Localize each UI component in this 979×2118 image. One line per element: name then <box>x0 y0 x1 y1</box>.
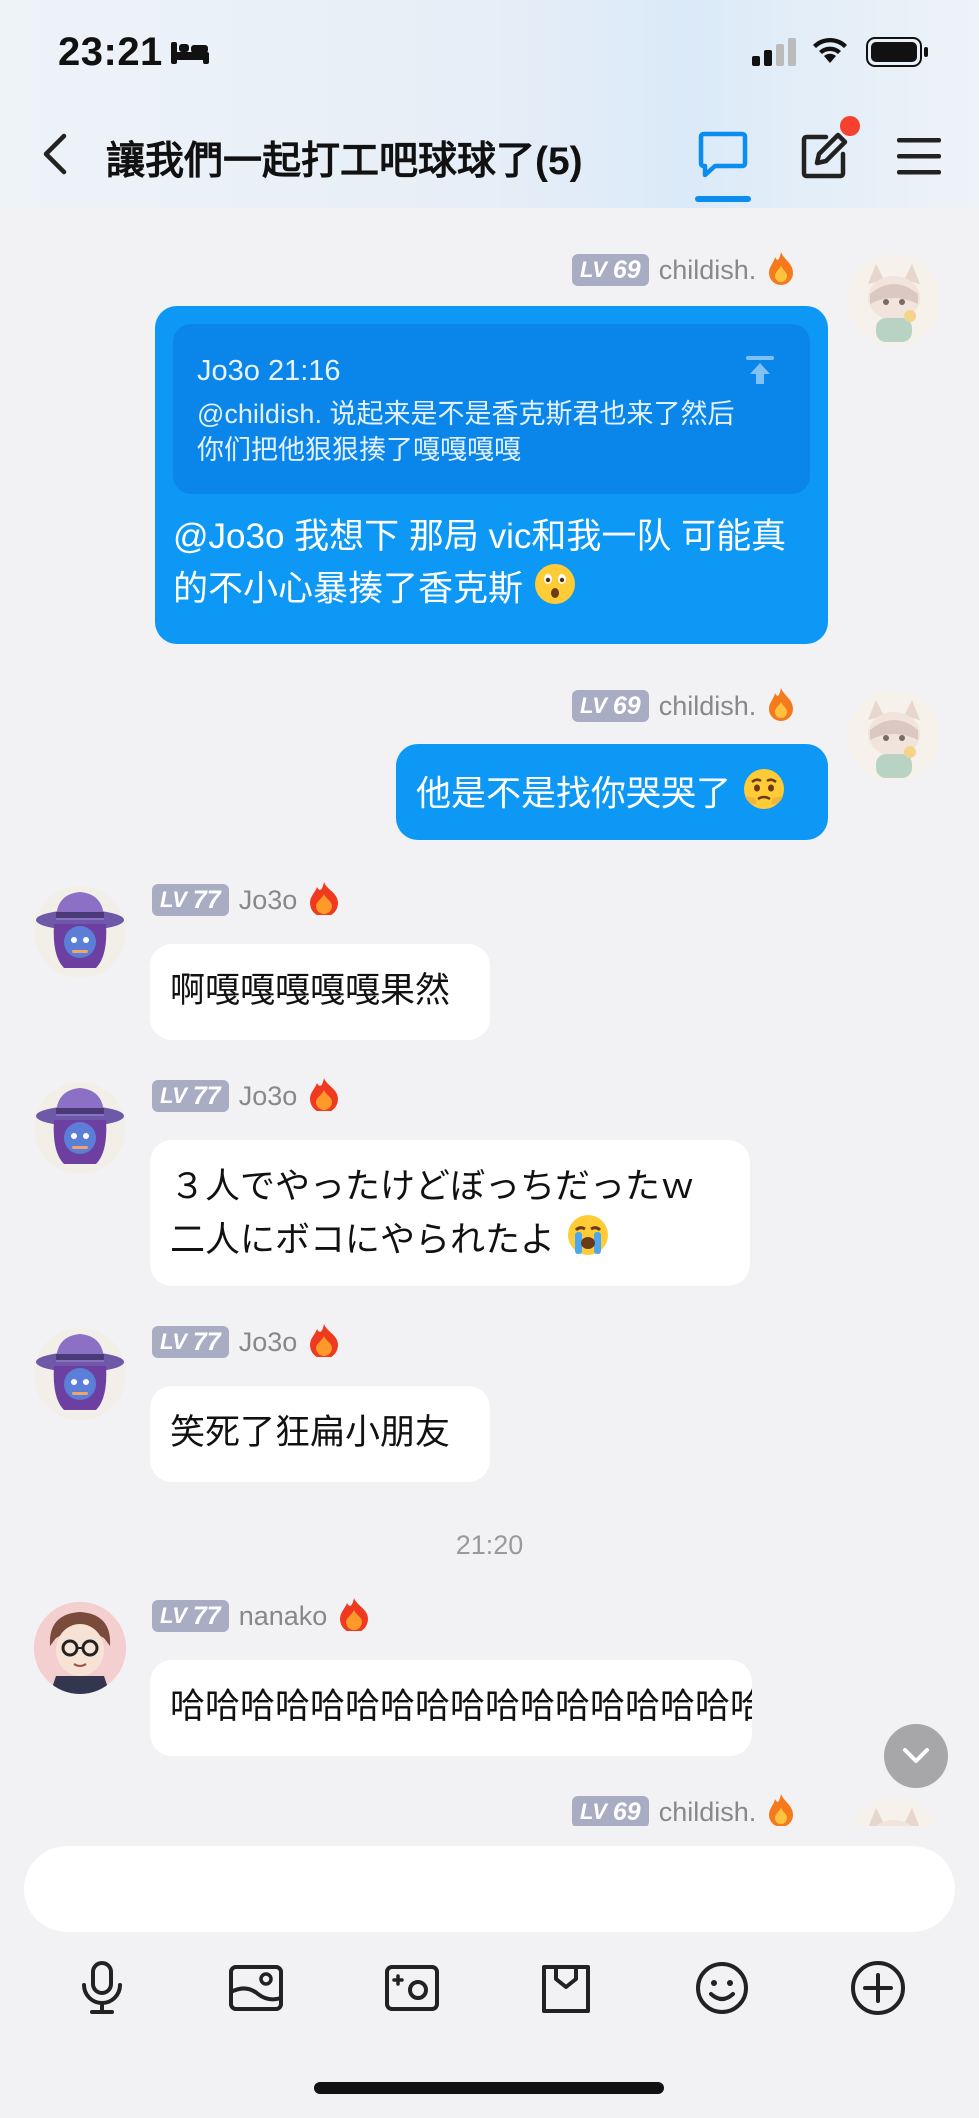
chat-title: 讓我們一起打工吧球球了(5) <box>106 140 583 183</box>
avatar[interactable] <box>848 254 940 346</box>
message-text: 他是不是找你哭哭了 <box>416 774 732 814</box>
message-bubble[interactable]: 啊嘎嘎嘎嘎嘎果然 <box>150 944 490 1040</box>
fire-icon <box>766 687 796 726</box>
sender-name[interactable]: childish. <box>659 691 757 722</box>
plus-icon[interactable] <box>848 1958 908 2018</box>
message-bubble[interactable]: Jo3o 21:16 @childish. 说起来是不是香克斯君也来了然后你们把… <box>155 306 828 644</box>
sender-name[interactable]: childish. <box>659 1797 757 1827</box>
pleading-face-icon <box>741 766 787 826</box>
sender-name[interactable]: Jo3o <box>239 885 298 916</box>
message-meta: LV 77 Jo3o <box>152 1077 341 1116</box>
level-badge: LV 77 <box>152 1600 229 1632</box>
message-meta: LV 77 Jo3o <box>152 1323 341 1362</box>
home-indicator[interactable] <box>314 2082 664 2094</box>
menu-icon[interactable] <box>896 136 942 181</box>
quote-header: Jo3o 21:16 <box>197 355 341 387</box>
back-chevron-icon[interactable] <box>40 132 70 181</box>
message-meta: LV 77 nanako <box>152 1597 371 1636</box>
avatar[interactable] <box>34 1328 126 1420</box>
level-badge: LV 77 <box>152 884 229 916</box>
level-badge: LV 69 <box>572 1796 649 1826</box>
sender-name[interactable]: Jo3o <box>239 1327 298 1358</box>
level-badge: LV 77 <box>152 1080 229 1112</box>
avatar[interactable] <box>34 1602 126 1694</box>
quote-text: @childish. 说起来是不是香克斯君也来了然后你们把他狠狠揍了嘎嘎嘎嘎 <box>197 399 735 465</box>
fire-icon <box>766 251 796 290</box>
fire-icon <box>307 1323 341 1362</box>
edit-post-icon[interactable] <box>800 132 848 185</box>
emoji-icon[interactable] <box>692 1958 752 2018</box>
message-text: 笑死了狂扁小朋友 <box>170 1413 451 1452</box>
avatar[interactable] <box>34 1082 126 1174</box>
avatar[interactable] <box>34 886 126 978</box>
fire-icon <box>337 1597 371 1636</box>
message-text-line: 二人にボコにやられたよ <box>170 1220 556 1260</box>
message-input[interactable] <box>24 1846 955 1932</box>
battery-icon <box>866 37 930 72</box>
fire-icon <box>307 881 341 920</box>
top-bar: 23:21 讓我們一起打工吧球球了(5) <box>0 0 979 208</box>
chat-bubble-icon[interactable] <box>697 131 749 184</box>
level-badge: LV 77 <box>152 1326 229 1358</box>
level-badge: LV 69 <box>572 690 649 722</box>
fire-icon <box>307 1077 341 1116</box>
message-bubble[interactable]: 哈哈哈哈哈哈哈哈哈哈哈哈哈哈哈哈哈哈哈哈 <box>150 1660 752 1756</box>
level-badge: LV 69 <box>572 254 649 286</box>
message-meta: LV 77 Jo3o <box>152 881 341 920</box>
message-text: @Jo3o 我想下 那局 vic和我一队 可能真的不小心暴揍了香克斯 <box>173 517 787 609</box>
message-bubble[interactable]: ３人でやったけどぼっちだったｗ 二人にボコにやられたよ <box>150 1140 750 1286</box>
message-composer <box>0 1826 979 2118</box>
sender-name[interactable]: nanako <box>239 1601 328 1632</box>
message-meta: LV 69 childish. <box>572 1793 796 1827</box>
crying-face-icon <box>565 1212 611 1272</box>
sender-name[interactable]: Jo3o <box>239 1081 298 1112</box>
message-text: 哈哈哈哈哈哈哈哈哈哈哈哈哈哈哈哈哈哈哈哈 <box>170 1687 752 1726</box>
message-bubble[interactable]: 他是不是找你哭哭了 <box>396 744 828 840</box>
time-separator: 21:20 <box>455 1530 524 1560</box>
sender-name[interactable]: childish. <box>659 255 757 286</box>
scroll-to-bottom-button[interactable] <box>884 1724 948 1788</box>
message-list[interactable]: LV 69 childish. Jo3o 21:16 @childish. 说起来… <box>0 208 979 1826</box>
photo-effects-icon[interactable] <box>382 1958 442 2018</box>
message-meta: LV 69 childish. <box>572 251 796 290</box>
avatar[interactable] <box>848 690 940 782</box>
wifi-icon <box>810 35 850 70</box>
quoted-message[interactable]: Jo3o 21:16 @childish. 说起来是不是香克斯君也来了然后你们把… <box>173 324 810 494</box>
message-bubble[interactable]: 笑死了狂扁小朋友 <box>150 1386 490 1482</box>
message-text: 啊嘎嘎嘎嘎嘎果然 <box>170 971 451 1010</box>
message-text-line: ３人でやったけどぼっちだったｗ <box>170 1167 696 1206</box>
notification-dot <box>840 116 860 136</box>
astonished-face-icon <box>533 562 577 620</box>
microphone-icon[interactable] <box>72 1958 132 2018</box>
active-tab-indicator <box>695 196 751 202</box>
sleep-focus-icon <box>170 40 210 71</box>
avatar[interactable] <box>848 1798 940 1826</box>
status-time: 23:21 <box>58 30 163 74</box>
fire-icon <box>766 1793 796 1826</box>
jump-to-message-icon[interactable] <box>744 350 776 400</box>
message-meta: LV 69 childish. <box>572 687 796 726</box>
cellular-signal-icon <box>752 38 796 71</box>
sticker-icon[interactable] <box>536 1958 596 2018</box>
image-icon[interactable] <box>226 1958 286 2018</box>
